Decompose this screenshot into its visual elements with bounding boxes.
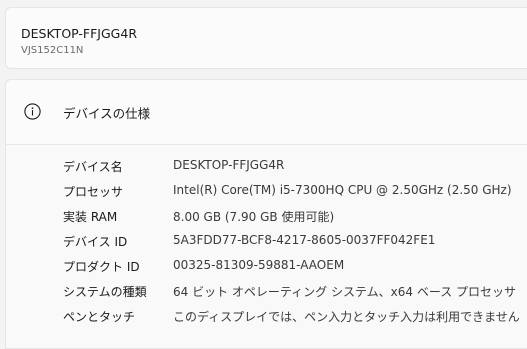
info-icon (24, 103, 41, 120)
spec-row-ram: 実装 RAM 8.00 GB (7.90 GB 使用可能) (63, 208, 527, 228)
device-specs-title: デバイスの仕様 (63, 106, 151, 121)
device-name: DESKTOP-FFJGG4R (21, 26, 138, 41)
spec-row-device-id: デバイス ID 5A3FDD77-BCF8-4217-8605-0037FF04… (63, 233, 527, 253)
device-model: VJS152C11N (21, 45, 84, 56)
spec-value: 5A3FDD77-BCF8-4217-8605-0037FF042FE1 (173, 233, 436, 247)
device-specs-header[interactable]: デバイスの仕様 (6, 80, 527, 145)
spec-row-product-id: プロダクト ID 00325-81309-59881-AAOEM (63, 258, 527, 278)
spec-value: DESKTOP-FFJGG4R (173, 158, 285, 172)
spec-row-system-type: システムの種類 64 ビット オペレーティング システム、x64 ベース プロセ… (63, 283, 527, 303)
device-card: DESKTOP-FFJGG4R VJS152C11N (5, 7, 527, 69)
spec-label: システムの種類 (63, 285, 147, 299)
spec-label: プロセッサ (63, 185, 124, 199)
spec-value: Intel(R) Core(TM) i5-7300HQ CPU @ 2.50GH… (173, 183, 512, 197)
spec-value: このディスプレイでは、ペン入力とタッチ入力は利用できません (173, 310, 520, 324)
spec-label: 実装 RAM (63, 210, 118, 224)
spec-label: ペンとタッチ (63, 310, 136, 324)
device-specs-panel: デバイスの仕様 デバイス名 DESKTOP-FFJGG4R プロセッサ Inte… (5, 79, 527, 349)
spec-label: デバイス名 (63, 160, 123, 174)
spec-label: デバイス ID (63, 235, 128, 249)
spec-row-device-name: デバイス名 DESKTOP-FFJGG4R (63, 158, 527, 178)
spec-value: 00325-81309-59881-AAOEM (173, 258, 345, 272)
spec-label: プロダクト ID (63, 260, 140, 274)
spec-value: 8.00 GB (7.90 GB 使用可能) (173, 210, 335, 224)
spec-row-processor: プロセッサ Intel(R) Core(TM) i5-7300HQ CPU @ … (63, 183, 527, 203)
spec-row-pen-touch: ペンとタッチ このディスプレイでは、ペン入力とタッチ入力は利用できません (63, 308, 527, 328)
spec-value: 64 ビット オペレーティング システム、x64 ベース プロセッサ (173, 285, 517, 299)
